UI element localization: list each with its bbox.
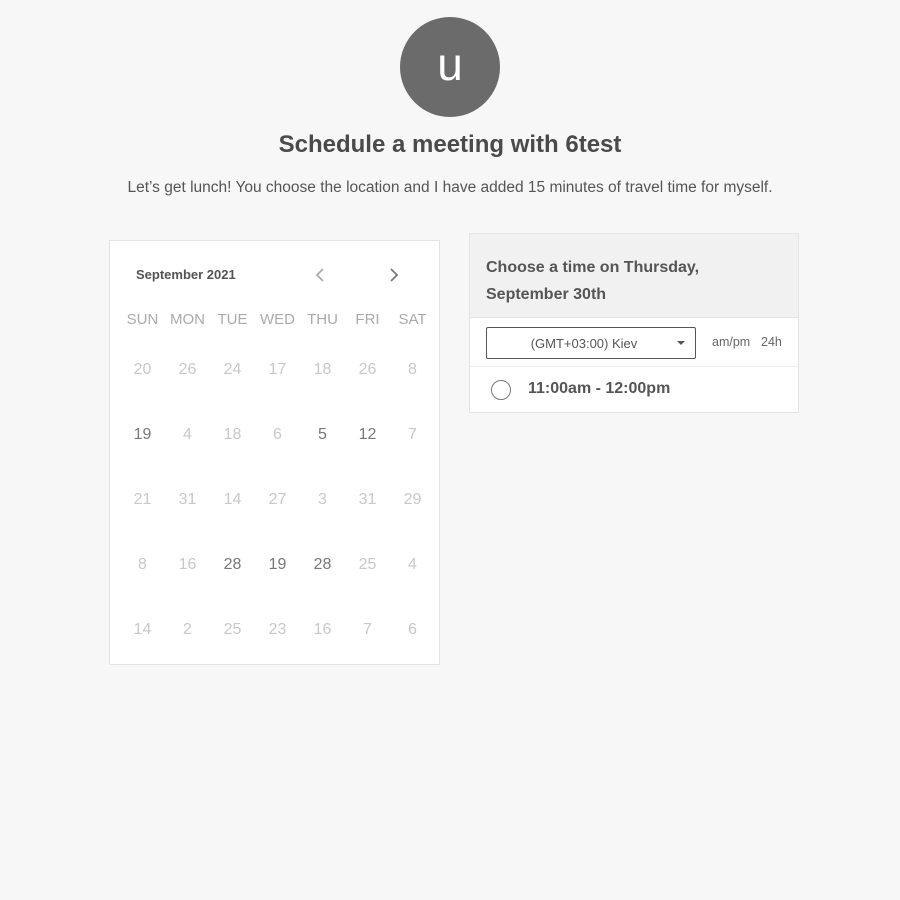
calendar-day: 18 [313, 361, 332, 378]
weekday-label: FRI [355, 311, 380, 328]
calendar-day-available[interactable]: 12 [345, 424, 390, 489]
calendar-day: 7 [363, 621, 372, 638]
weekday-label: WED [260, 311, 295, 328]
weekday-label: THU [307, 311, 338, 328]
calendar-day: 16 [178, 556, 197, 573]
calendar-day-available[interactable]: 28 [210, 554, 255, 619]
24h-format-toggle[interactable]: 24h [761, 335, 782, 349]
calendar-day: 26 [358, 361, 377, 378]
calendar-day-available[interactable]: 19 [255, 554, 300, 619]
calendar-day: 8 [138, 556, 147, 573]
time-slot-label: 11:00am - 12:00pm [528, 380, 671, 397]
weekday-label: MON [170, 311, 205, 328]
calendar-day: 27 [268, 491, 287, 508]
calendar-day-available[interactable]: 5 [300, 424, 345, 489]
calendar-day: 6 [408, 621, 417, 638]
weekday-label: TUE [217, 311, 248, 328]
time-picker-card: Choose a time on Thursday, September 30t… [469, 233, 799, 413]
radio-button[interactable] [491, 380, 511, 400]
time-picker-heading: Choose a time on Thursday, September 30t… [470, 234, 798, 318]
calendar-day: 6 [273, 426, 282, 443]
calendar-day: 4 [183, 426, 192, 443]
calendar-day: 29 [403, 491, 422, 508]
weekday-label: SUN [126, 311, 159, 328]
time-heading-line1: Choose a time on Thursday, [486, 259, 700, 276]
page-title: Schedule a meeting with 6test [278, 131, 622, 158]
meeting-description: Let’s get lunch! You choose the location… [127, 179, 773, 196]
calendar-day-available[interactable]: 19 [120, 424, 165, 489]
ampm-format-toggle[interactable]: am/pm [712, 335, 750, 349]
calendar-day: 17 [268, 361, 287, 378]
calendar-month-label: September 2021 [136, 267, 236, 282]
calendar-day: 14 [133, 621, 152, 638]
calendar-day: 18 [223, 426, 242, 443]
calendar-day: 31 [358, 491, 377, 508]
calendar-day-grid: 20 26 24 17 18 26 8 19 4 18 6 5 12 7 21 31 14 27 3 31 29 8 16 2… [120, 359, 435, 684]
calendar-day: 8 [408, 361, 417, 378]
calendar-day: 26 [178, 361, 197, 378]
calendar-day: 25 [223, 621, 242, 638]
caret-down-icon [677, 341, 685, 345]
calendar-card: September 2021 SUN MON TUE WED THU FRI S… [109, 240, 440, 665]
calendar-day: 16 [313, 621, 332, 638]
chevron-right-icon [390, 268, 399, 282]
calendar-day: 3 [318, 491, 327, 508]
calendar-day: 25 [358, 556, 377, 573]
calendar-day: 2 [183, 621, 192, 638]
time-heading-line2: September 30th [486, 286, 607, 303]
calendar-day-available[interactable]: 28 [300, 554, 345, 619]
timezone-value: (GMT+03:00) Kiev [530, 335, 638, 351]
weekday-header-row: SUN MON TUE WED THU FRI SAT [120, 311, 435, 328]
next-month-button[interactable] [382, 263, 406, 287]
calendar-day: 24 [223, 361, 242, 378]
host-avatar: u [400, 17, 500, 117]
chevron-left-icon [315, 268, 324, 282]
time-slot-option[interactable]: 11:00am - 12:00pm [470, 367, 798, 413]
calendar-day: 20 [133, 361, 152, 378]
calendar-day: 7 [408, 426, 417, 443]
calendar-day: 23 [268, 621, 287, 638]
timezone-select[interactable]: (GMT+03:00) Kiev [486, 327, 696, 359]
timezone-row: (GMT+03:00) Kiev am/pm 24h [470, 318, 798, 367]
weekday-label: SAT [398, 311, 427, 328]
calendar-day: 14 [223, 491, 242, 508]
calendar-day: 21 [133, 491, 152, 508]
prev-month-button[interactable] [308, 263, 332, 287]
calendar-day: 31 [178, 491, 197, 508]
calendar-day: 4 [408, 556, 417, 573]
